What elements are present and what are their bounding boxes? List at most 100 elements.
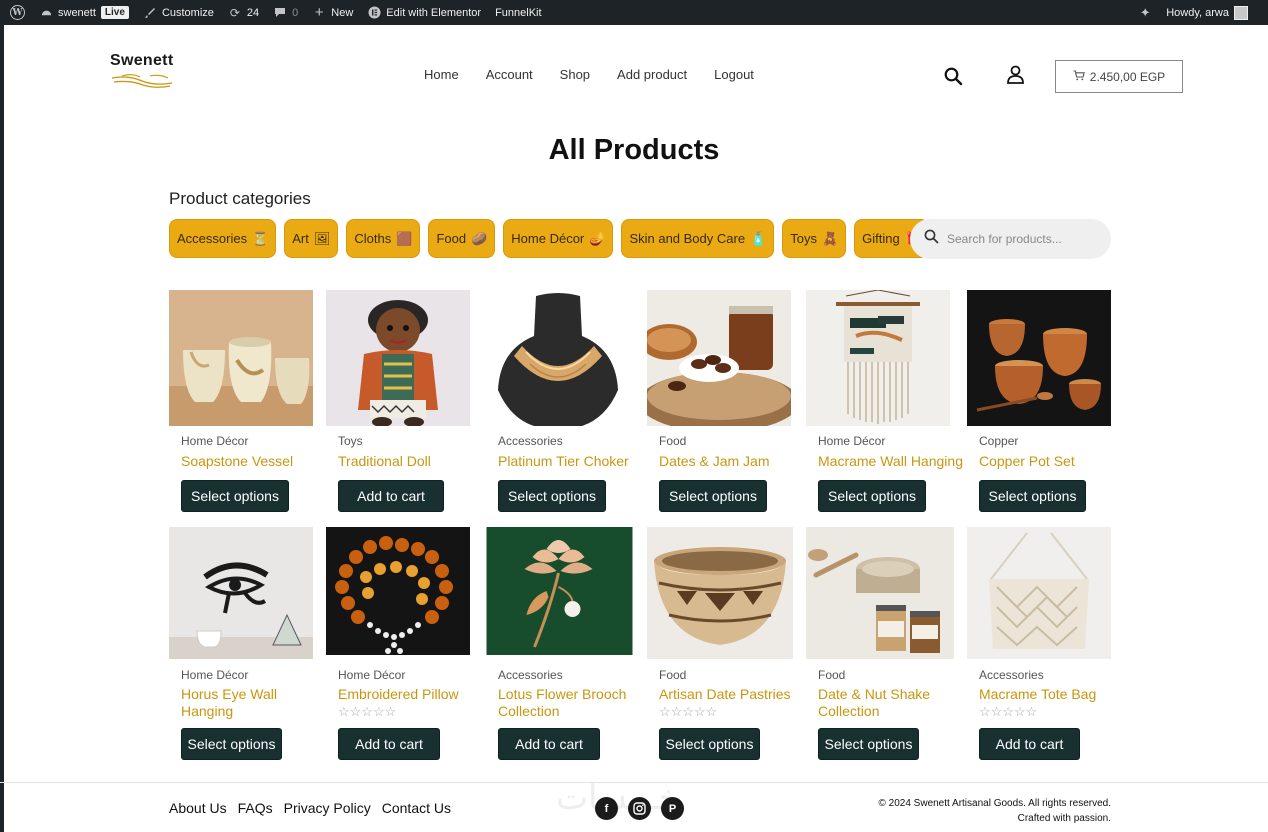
nav-home[interactable]: Home [424, 67, 459, 82]
product-image-horus-eye[interactable] [169, 527, 313, 659]
product-card: Toys Traditional Doll Add to cart [326, 290, 472, 512]
category-food[interactable]: Food 🥔 [428, 219, 496, 258]
select-options-button[interactable]: Select options [818, 480, 926, 512]
cart-icon [1073, 69, 1085, 84]
new-content-link[interactable]: + New [312, 4, 354, 21]
footer-faqs-link[interactable]: FAQs [238, 800, 273, 816]
footer-about-link[interactable]: About Us [169, 800, 227, 816]
select-options-button[interactable]: Select options [181, 480, 289, 512]
instagram-icon[interactable] [628, 797, 651, 820]
product-category: Accessories [979, 668, 1044, 682]
product-name[interactable]: Horus Eye Wall Hanging [181, 686, 291, 720]
site-logo[interactable]: Swenett [110, 52, 190, 90]
customize-label: Customize [161, 6, 214, 19]
wp-logo-menu[interactable]: W [10, 5, 25, 20]
product-image-traditional-doll[interactable] [326, 290, 470, 426]
product-image-skin-jars[interactable] [806, 527, 954, 659]
my-account-menu[interactable]: Howdy, arwa [1166, 5, 1248, 20]
product-name[interactable]: Date & Nut Shake Collection [818, 686, 938, 720]
select-options-button[interactable]: Select options [818, 728, 919, 760]
product-card: Accessories Lotus Flower Brooch Collecti… [486, 527, 633, 760]
plus-icon: + [314, 4, 324, 21]
product-image-lotus-brooch[interactable] [486, 527, 633, 655]
product-image-choker-necklace[interactable] [486, 290, 630, 426]
product-category: Home Décor [181, 434, 249, 448]
comments-link[interactable]: 0 [273, 6, 298, 20]
cart-button[interactable]: 2.450,00 EGP [1055, 60, 1183, 93]
product-image-amber-beads[interactable] [326, 527, 470, 655]
nav-logout[interactable]: Logout [714, 67, 754, 82]
select-options-button[interactable]: Select options [181, 728, 282, 760]
add-to-cart-button[interactable]: Add to cart [338, 728, 440, 760]
footer-contact-link[interactable]: Contact Us [382, 800, 451, 816]
select-options-button[interactable]: Select options [659, 480, 767, 512]
add-to-cart-button[interactable]: Add to cart [338, 480, 444, 512]
product-category: Food [659, 434, 687, 448]
product-image-copper-pots[interactable] [967, 290, 1111, 426]
avatar [1234, 5, 1248, 20]
product-card: Home Décor Soapstone Vessel Select optio… [169, 290, 315, 512]
product-card: Copper Copper Pot Set Select options [967, 290, 1113, 512]
product-image-macrame-bag[interactable] [967, 527, 1111, 659]
product-category: Food [659, 668, 687, 682]
category-home-decor[interactable]: Home Décor 🪔 [503, 219, 614, 258]
product-name[interactable]: Platinum Tier Choker [498, 453, 638, 470]
account-icon[interactable] [1006, 65, 1025, 89]
category-label: Home Décor [511, 231, 585, 246]
comment-icon [273, 6, 287, 20]
product-image-woven-basket[interactable] [647, 527, 793, 659]
category-skin-and-body-care[interactable]: Skin and Body Care 🧴 [621, 219, 775, 258]
updates-count: 24 [246, 6, 260, 19]
product-name[interactable]: Artisan Date Pastries [659, 686, 799, 703]
category-accessories[interactable]: Accessories ⏳ [169, 219, 277, 258]
pinterest-icon[interactable]: P [661, 797, 684, 820]
product-name[interactable]: Lotus Flower Brooch Collection [498, 686, 633, 720]
nav-shop[interactable]: Shop [560, 67, 590, 82]
product-image-soapstone-vessels[interactable] [169, 290, 313, 426]
product-category: Home Décor [338, 668, 406, 682]
category-label: Art [292, 231, 309, 246]
header-search-icon[interactable] [944, 67, 963, 91]
category-art[interactable]: Art 🖼 [284, 219, 339, 258]
product-card: Home Décor Macrame Wall Hanging Select o… [806, 290, 963, 512]
product-name[interactable]: Embroidered Pillow [338, 686, 478, 703]
new-label: New [331, 6, 354, 19]
facebook-icon[interactable]: f [595, 797, 618, 820]
category-label: Cloths [354, 231, 392, 246]
funnelkit-label: FunnelKit [495, 6, 542, 19]
nav-account[interactable]: Account [486, 67, 533, 82]
category-label: Food [436, 231, 467, 246]
add-to-cart-button[interactable]: Add to cart [979, 728, 1080, 760]
select-options-button[interactable]: Select options [659, 728, 760, 760]
search-input[interactable] [947, 232, 1097, 246]
product-card: Food Dates & Jam Jam Select options [647, 290, 793, 512]
product-card: Home Décor Horus Eye Wall Hanging Select… [169, 527, 315, 760]
product-name[interactable]: Macrame Wall Hanging [818, 453, 968, 470]
select-options-button[interactable]: Select options [979, 480, 1086, 512]
elementor-link[interactable]: Edit with Elementor [367, 6, 481, 20]
product-category: Accessories [498, 668, 563, 682]
category-cloths[interactable]: Cloths 🟫 [346, 219, 421, 258]
select-options-button[interactable]: Select options [498, 480, 606, 512]
elementor-label: Edit with Elementor [386, 6, 482, 19]
product-name[interactable]: Soapstone Vessel [181, 453, 321, 470]
customize-link[interactable]: Customize [143, 6, 214, 20]
site-name-menu[interactable]: swenett Live [39, 6, 129, 20]
categories-heading: Product categories [169, 189, 311, 208]
product-name[interactable]: Copper Pot Set [979, 453, 1119, 470]
footer-privacy-link[interactable]: Privacy Policy [284, 800, 371, 816]
sparkle-icon[interactable]: ✦ [1138, 5, 1152, 20]
category-toys[interactable]: Toys 🧸 [782, 219, 847, 258]
page-title: All Products [548, 134, 720, 166]
updates-link[interactable]: ⟳ 24 [228, 6, 259, 20]
product-name[interactable]: Dates & Jam Jam [659, 453, 799, 470]
product-name[interactable]: Macrame Tote Bag [979, 686, 1119, 703]
nav-add-product[interactable]: Add product [617, 67, 687, 82]
star-rating: ☆☆☆☆☆ [338, 704, 397, 719]
add-to-cart-button[interactable]: Add to cart [498, 728, 600, 760]
product-image-wall-hanging[interactable] [806, 290, 950, 426]
product-image-dates-and-jam[interactable] [647, 290, 791, 426]
product-name[interactable]: Traditional Doll [338, 453, 478, 470]
funnelkit-link[interactable]: FunnelKit [495, 7, 541, 19]
footer-links: About Us FAQs Privacy Policy Contact Us [169, 800, 451, 816]
